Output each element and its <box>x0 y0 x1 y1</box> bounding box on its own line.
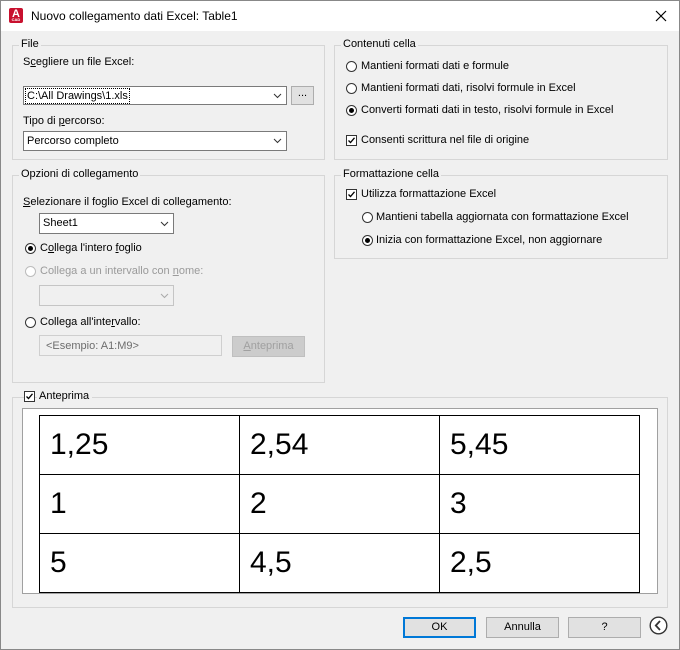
table-cell: 2,5 <box>439 533 640 593</box>
preview-label[interactable]: Anteprima <box>37 390 93 402</box>
preview-table: 1,25 2,54 5,45 1 2 3 5 4,5 2,5 <box>39 415 640 593</box>
file-legend: File <box>19 38 41 50</box>
close-button[interactable] <box>650 5 672 27</box>
chevron-down-icon <box>160 293 169 299</box>
checkmark-icon <box>26 393 33 400</box>
convert-to-text-radio[interactable] <box>346 105 357 116</box>
excel-file-value: C:\All Drawings\1.xls <box>25 88 130 104</box>
help-button[interactable]: ? <box>568 617 641 638</box>
cell-contents-legend: Contenuti cella <box>341 38 418 50</box>
keep-formats-resolve-label[interactable]: Mantieni formati dati, risolvi formule i… <box>361 82 576 94</box>
select-sheet-label: Selezionare il foglio Excel di collegame… <box>23 196 232 208</box>
table-row: 5 4,5 2,5 <box>39 533 640 593</box>
table-cell: 3 <box>439 474 640 534</box>
table-cell: 2,54 <box>239 415 440 475</box>
checkmark-icon <box>348 137 355 144</box>
cancel-button[interactable]: Annulla <box>486 617 559 638</box>
link-options-legend: Opzioni di collegamento <box>19 168 141 180</box>
allow-write-checkbox[interactable] <box>346 135 357 146</box>
cell-format-legend: Formattazione cella <box>341 168 441 180</box>
table-cell: 1 <box>39 474 240 534</box>
window-title: Nuovo collegamento dati Excel: Table1 <box>31 9 238 23</box>
chevron-down-icon <box>273 93 282 99</box>
table-cell: 4,5 <box>239 533 440 593</box>
table-cell: 5 <box>39 533 240 593</box>
link-range-label[interactable]: Collega all'intervallo: <box>40 316 141 328</box>
start-excel-format-radio[interactable] <box>362 235 373 246</box>
keep-formats-resolve-radio[interactable] <box>346 83 357 94</box>
table-cell: 5,45 <box>439 415 640 475</box>
path-type-label: Tipo di percorso: <box>23 115 105 127</box>
path-type-combo[interactable]: Percorso completo <box>23 131 287 151</box>
convert-to-text-label[interactable]: Converti formati dati in testo, risolvi … <box>361 104 613 116</box>
named-range-combo[interactable] <box>39 285 174 306</box>
range-placeholder: <Esempio: A1:M9> <box>46 340 139 352</box>
choose-file-label: Scegliere un file Excel: <box>23 56 135 68</box>
allow-write-label[interactable]: Consenti scrittura nel file di origine <box>361 134 529 146</box>
sheet-value: Sheet1 <box>43 217 78 229</box>
ok-button[interactable]: OK <box>403 617 476 638</box>
chevron-down-icon <box>160 221 169 227</box>
autocad-app-icon: A CAD <box>9 8 23 23</box>
path-type-value: Percorso completo <box>27 135 119 147</box>
use-excel-format-label[interactable]: Utilizza formattazione Excel <box>361 188 496 200</box>
link-range-radio[interactable] <box>25 317 36 328</box>
table-row: 1,25 2,54 5,45 <box>39 415 640 475</box>
table-cell: 2 <box>239 474 440 534</box>
link-whole-sheet-label[interactable]: Collega l'intero foglio <box>40 242 142 254</box>
keep-formats-formulas-radio[interactable] <box>346 61 357 72</box>
sheet-combo[interactable]: Sheet1 <box>39 213 174 234</box>
checkmark-icon <box>348 191 355 198</box>
table-cell: 1,25 <box>39 415 240 475</box>
table-row: 1 2 3 <box>39 474 640 534</box>
link-whole-sheet-radio[interactable] <box>25 243 36 254</box>
preview-area: 1,25 2,54 5,45 1 2 3 5 4,5 2,5 <box>22 408 658 594</box>
link-named-range-label[interactable]: Collega a un intervallo con nome: <box>40 265 203 277</box>
start-excel-format-label[interactable]: Inizia con formattazione Excel, non aggi… <box>376 234 602 246</box>
close-icon <box>655 10 667 22</box>
title-bar: A CAD Nuovo collegamento dati Excel: Tabl… <box>0 0 680 31</box>
browse-button[interactable]: ... <box>291 86 314 105</box>
link-named-range-radio[interactable] <box>25 266 36 277</box>
excel-file-combo[interactable]: C:\All Drawings\1.xls <box>23 86 287 105</box>
collapse-icon[interactable] <box>649 616 668 635</box>
keep-table-updated-label[interactable]: Mantieni tabella aggiornata con formatta… <box>376 211 629 223</box>
use-excel-format-checkbox[interactable] <box>346 189 357 200</box>
preview-checkbox[interactable] <box>24 391 35 402</box>
keep-table-updated-radio[interactable] <box>362 212 373 223</box>
range-preview-button[interactable]: Anteprima <box>232 336 305 357</box>
range-input[interactable]: <Esempio: A1:M9> <box>39 335 222 356</box>
keep-formats-formulas-label[interactable]: Mantieni formati dati e formule <box>361 60 509 72</box>
chevron-down-icon <box>273 138 282 144</box>
